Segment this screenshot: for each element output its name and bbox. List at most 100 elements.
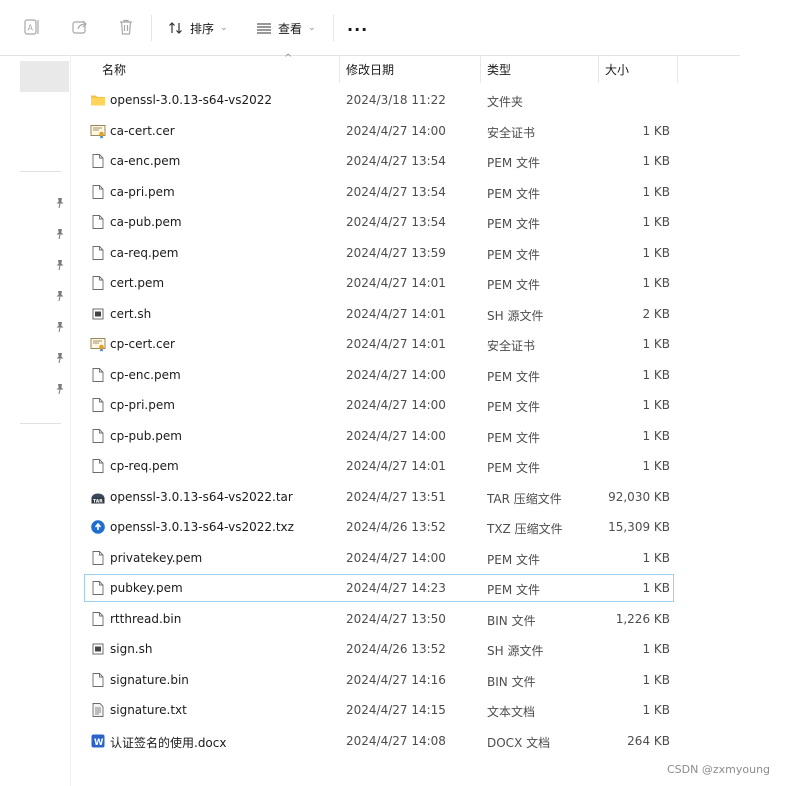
file-date-modified: 2024/4/27 14:00 xyxy=(346,367,446,382)
column-header: ^ 名称 修改日期 类型 大小 xyxy=(71,53,741,83)
file-type: BIN 文件 xyxy=(487,613,536,628)
nav-pane-selected-item[interactable] xyxy=(20,61,69,92)
pin-icon[interactable] xyxy=(55,352,65,364)
file-name: openssl-3.0.13-s64-vs2022 xyxy=(110,93,273,107)
file-type: SH 源文件 xyxy=(487,308,544,323)
script-icon xyxy=(90,306,106,322)
file-date-modified: 2024/4/27 13:51 xyxy=(346,489,446,504)
more-options-button[interactable]: ··· xyxy=(347,20,368,39)
file-size: 15,309 KB xyxy=(608,520,670,534)
nav-pane-border xyxy=(70,55,71,786)
sort-icon xyxy=(169,22,182,34)
delete-icon[interactable] xyxy=(117,18,135,36)
file-row[interactable]: privatekey.pem 2024/4/27 14:00 PEM 文件 1 KB xyxy=(84,544,674,572)
certificate-icon xyxy=(90,336,106,352)
file-row[interactable]: signature.txt 2024/4/27 14:15 文本文档 1 KB xyxy=(84,696,674,724)
txz-archive-icon xyxy=(90,519,106,535)
rename-icon[interactable]: A xyxy=(23,18,41,36)
sort-menu-button[interactable]: 排序 ⌄ xyxy=(168,17,228,39)
file-date-modified: 2024/3/18 11:22 xyxy=(346,93,446,107)
file-row[interactable]: signature.bin 2024/4/27 14:16 BIN 文件 1 KB xyxy=(84,666,674,694)
file-size: 1 KB xyxy=(642,123,670,138)
file-type: TAR 压缩文件 xyxy=(487,491,562,506)
file-row[interactable]: cp-req.pem 2024/4/27 14:01 PEM 文件 1 KB xyxy=(84,452,674,480)
chevron-down-icon: ⌄ xyxy=(220,23,228,33)
file-icon xyxy=(90,367,106,383)
file-date-modified: 2024/4/26 13:52 xyxy=(346,520,446,534)
file-icon xyxy=(90,245,106,261)
file-name: cp-pub.pem xyxy=(110,428,182,443)
view-menu-button[interactable]: 查看 ⌄ xyxy=(256,17,316,39)
nav-divider xyxy=(20,171,61,172)
file-row[interactable]: rtthread.bin 2024/4/27 13:50 BIN 文件 1,226 K… xyxy=(84,605,674,633)
file-name: rtthread.bin xyxy=(110,611,182,626)
toolbar-separator xyxy=(151,15,152,41)
column-name-header[interactable]: 名称 xyxy=(102,61,126,78)
file-name: 认证签名的使用.docx xyxy=(110,735,227,750)
file-row[interactable]: ca-pri.pem 2024/4/27 13:54 PEM 文件 1 KB xyxy=(84,178,674,206)
file-icon xyxy=(90,611,106,627)
file-name: signature.bin xyxy=(110,672,189,687)
file-size: 1 KB xyxy=(642,672,670,687)
file-type: SH 源文件 xyxy=(487,644,544,658)
file-date-modified: 2024/4/27 14:01 xyxy=(346,337,446,351)
file-name: openssl-3.0.13-s64-vs2022.txz xyxy=(110,520,294,534)
file-size: 1 KB xyxy=(642,367,670,382)
pin-icon[interactable] xyxy=(55,197,65,209)
file-date-modified: 2024/4/27 14:00 xyxy=(346,550,446,565)
file-date-modified: 2024/4/27 14:00 xyxy=(346,398,446,412)
pin-icon[interactable] xyxy=(55,383,65,395)
file-type: BIN 文件 xyxy=(487,674,536,689)
column-divider[interactable] xyxy=(598,55,599,83)
file-row[interactable]: W 认证签名的使用.docx 2024/4/27 14:08 DOCX 文档 264 K… xyxy=(84,727,674,755)
file-row[interactable]: cp-cert.cer 2024/4/27 14:01 安全证书 1 KB xyxy=(84,330,674,358)
file-row[interactable]: TAR openssl-3.0.13-s64-vs2022.tar 2024/4/2… xyxy=(84,483,674,511)
chevron-down-icon: ⌄ xyxy=(308,23,316,33)
file-type: TXZ 压缩文件 xyxy=(487,522,563,536)
file-row[interactable]: cp-pri.pem 2024/4/27 14:00 PEM 文件 1 KB xyxy=(84,391,674,419)
file-type: PEM 文件 xyxy=(487,461,540,475)
file-row[interactable]: openssl-3.0.13-s64-vs2022.txz 2024/4/26 1… xyxy=(84,513,674,541)
column-date-header[interactable]: 修改日期 xyxy=(346,61,394,78)
file-type: 安全证书 xyxy=(487,339,536,353)
file-row[interactable]: cert.sh 2024/4/27 14:01 SH 源文件 2 KB xyxy=(84,300,674,328)
file-row[interactable]: openssl-3.0.13-s64-vs2022 2024/3/18 11:22… xyxy=(84,86,674,114)
command-bar: A 排序 ⌄ 查看 ⌄ ··· xyxy=(0,0,740,56)
pin-icon[interactable] xyxy=(55,321,65,333)
pin-icon[interactable] xyxy=(55,228,65,240)
pin-icon[interactable] xyxy=(55,259,65,271)
file-row[interactable]: ca-req.pem 2024/4/27 13:59 PEM 文件 1 KB xyxy=(84,239,674,267)
file-row[interactable]: ca-cert.cer 2024/4/27 14:00 安全证书 1 KB xyxy=(84,117,674,145)
file-row[interactable]: ca-enc.pem 2024/4/27 13:54 PEM 文件 1 KB xyxy=(84,147,674,175)
file-row[interactable]: sign.sh 2024/4/26 13:52 SH 源文件 1 KB xyxy=(84,635,674,663)
column-divider[interactable] xyxy=(677,55,678,83)
file-size: 1 KB xyxy=(642,245,670,260)
pin-icon[interactable] xyxy=(55,290,65,302)
file-icon xyxy=(90,275,106,291)
file-row[interactable]: cert.pem 2024/4/27 14:01 PEM 文件 1 KB xyxy=(84,269,674,297)
file-size: 1 KB xyxy=(642,276,670,290)
file-row[interactable]: cp-enc.pem 2024/4/27 14:00 PEM 文件 1 KB xyxy=(84,361,674,389)
column-type-header[interactable]: 类型 xyxy=(487,61,511,78)
file-size: 92,030 KB xyxy=(608,489,670,504)
column-divider[interactable] xyxy=(339,55,340,83)
folder-icon xyxy=(90,92,106,108)
column-size-header[interactable]: 大小 xyxy=(605,61,629,78)
file-type: 文本文档 xyxy=(487,705,536,719)
file-date-modified: 2024/4/26 13:52 xyxy=(346,642,446,656)
file-type: PEM 文件 xyxy=(487,430,540,445)
file-icon xyxy=(90,428,106,444)
file-row[interactable]: pubkey.pem 2024/4/27 14:23 PEM 文件 1 KB xyxy=(84,574,674,602)
file-icon xyxy=(90,672,106,688)
watermark: CSDN @zxmyoung xyxy=(667,763,771,776)
file-date-modified: 2024/4/27 14:00 xyxy=(346,123,446,138)
file-name: cp-req.pem xyxy=(110,459,179,473)
file-size: 264 KB xyxy=(627,733,670,748)
file-row[interactable]: ca-pub.pem 2024/4/27 13:54 PEM 文件 1 KB xyxy=(84,208,674,236)
file-row[interactable]: cp-pub.pem 2024/4/27 14:00 PEM 文件 1 KB xyxy=(84,422,674,450)
file-name: signature.txt xyxy=(110,703,187,717)
file-icon xyxy=(90,580,106,596)
column-divider[interactable] xyxy=(480,55,481,83)
file-type: 安全证书 xyxy=(487,125,536,140)
share-icon[interactable] xyxy=(71,18,89,36)
